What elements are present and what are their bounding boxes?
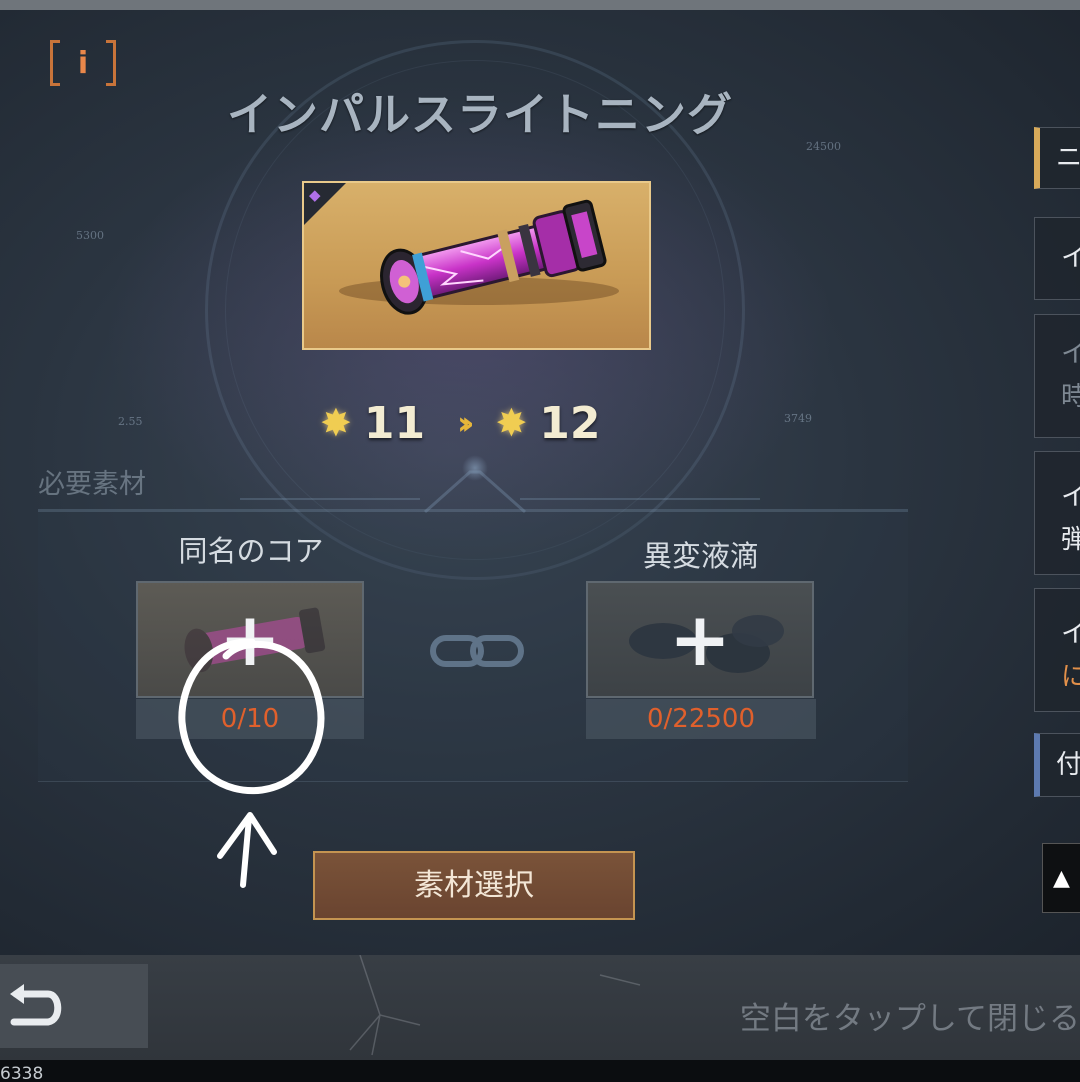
- current-star-level: 11: [363, 397, 426, 449]
- warning-icon[interactable]: ▲: [1042, 843, 1080, 913]
- right-tab-sublabel: 弾: [1061, 519, 1080, 556]
- right-tab-item[interactable]: イ 時: [1034, 314, 1080, 438]
- info-icon: i: [77, 45, 89, 81]
- top-strip: [0, 0, 1080, 10]
- material-slot-liquid[interactable]: +: [586, 581, 814, 698]
- right-tab-label: イ: [1061, 619, 1080, 649]
- hud-number: 5300: [76, 229, 104, 242]
- right-tab-label: イ: [1061, 243, 1080, 273]
- item-card: ◆: [302, 181, 651, 350]
- info-button[interactable]: i: [50, 40, 116, 86]
- bracket-left-icon: [50, 40, 60, 86]
- right-tab-sublabel: に: [1061, 656, 1080, 693]
- right-tab-item[interactable]: イ に: [1034, 588, 1080, 712]
- star-icon: ✸: [495, 401, 528, 445]
- hud-triangle: [424, 470, 526, 514]
- plus-icon: +: [668, 596, 731, 683]
- return-arrow-icon: [10, 984, 62, 1026]
- material-count-core: 0/10: [136, 699, 364, 739]
- bottom-strip: [0, 1060, 1080, 1082]
- right-tab-label: イ: [1061, 482, 1080, 512]
- plus-icon: +: [218, 596, 281, 683]
- right-tab-item[interactable]: イ 弾: [1034, 451, 1080, 575]
- upgrade-screen[interactable]: 24500 5300 2.55 3749 i インパルスライトニング ◆ ✸ 1…: [0, 0, 1080, 1082]
- right-tab-header[interactable]: ニ: [1034, 127, 1080, 189]
- double-chevron-right-icon: ››: [457, 404, 475, 442]
- right-tab-label: イ: [1061, 339, 1080, 369]
- weapon-icon: [339, 199, 619, 315]
- right-tab-sublabel: 時: [1061, 376, 1080, 413]
- star-upgrade-row: ✸ 11 ›› ✸ 12: [320, 393, 650, 453]
- uid-label: 6338: [0, 1064, 44, 1082]
- back-button[interactable]: [0, 964, 148, 1048]
- chain-link-icon: [430, 635, 524, 667]
- star-icon: ✸: [320, 401, 352, 445]
- hud-number: 3749: [784, 412, 812, 425]
- close-hint: 空白をタップして閉じる: [739, 1001, 1080, 1037]
- hud-number: 2.55: [118, 415, 143, 428]
- hud-line: [240, 498, 420, 500]
- material-label-core: 同名のコア: [178, 534, 324, 568]
- right-panel: ニ イ イ 時 イ 弾 イ に 付 ▲: [1034, 0, 1080, 1082]
- material-label-liquid: 異変液滴: [642, 539, 759, 573]
- next-star-level: 12: [539, 397, 601, 449]
- item-title: インパルスライトニング: [226, 88, 733, 141]
- right-tab-attached[interactable]: 付: [1034, 733, 1080, 797]
- right-tab-label: ニ: [1056, 143, 1080, 173]
- hud-line: [520, 498, 760, 500]
- bracket-right-icon: [106, 40, 116, 86]
- section-label: 必要素材: [38, 469, 146, 500]
- right-tab-item[interactable]: イ: [1034, 217, 1080, 300]
- select-material-button[interactable]: 素材選択: [313, 851, 635, 920]
- right-tab-label: 付: [1056, 750, 1080, 780]
- material-slot-core[interactable]: +: [136, 581, 364, 698]
- section-divider: [38, 509, 908, 512]
- material-count-liquid: 0/22500: [586, 699, 816, 739]
- hud-number: 24500: [806, 140, 841, 153]
